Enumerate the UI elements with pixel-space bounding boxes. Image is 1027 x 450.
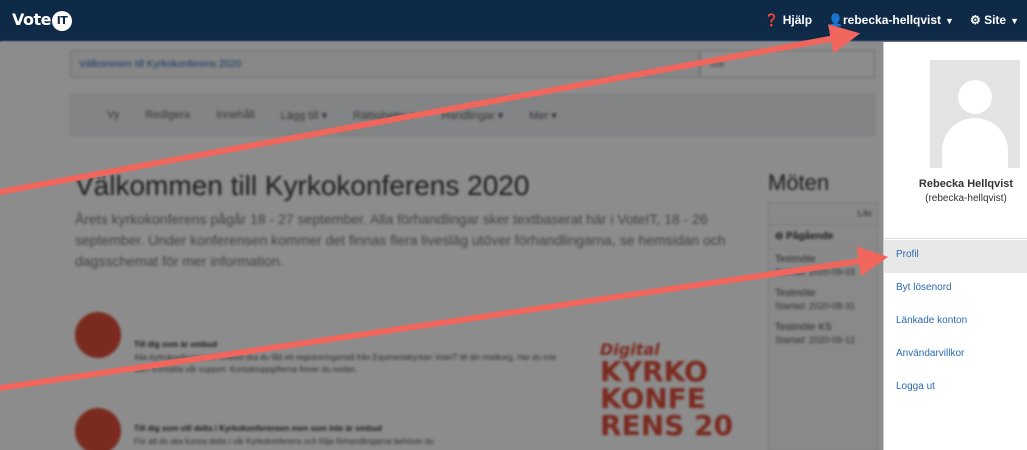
- arrow-to-user-menu: [0, 24, 861, 195]
- page: Vote IT ❓ Hjälp 👤rebecka-hellqvist ▼ ⚙ Sit…: [0, 0, 1027, 450]
- arrow-to-profile: [0, 246, 889, 391]
- annotation-arrows: [0, 24, 889, 391]
